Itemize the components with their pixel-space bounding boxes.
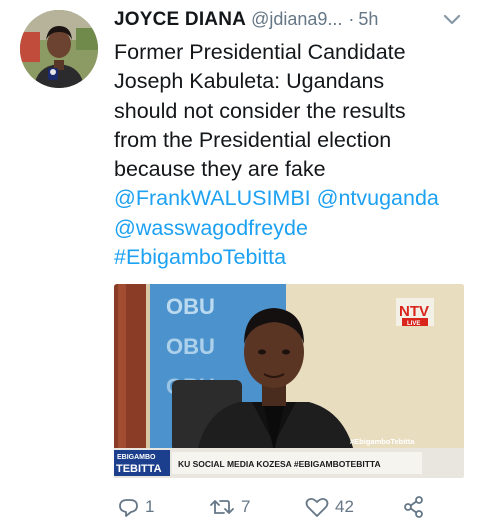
backdrop-text: OBU [166, 334, 215, 359]
hashtag-line: #EbigamboTebitta [114, 243, 468, 272]
mention-line: @wasswagodfreyde [114, 214, 468, 243]
text-line: from the Presidential election [114, 127, 392, 152]
chevron-down-icon[interactable] [442, 13, 462, 27]
retweet-icon [210, 500, 234, 514]
tweet: JOYCE DIANA @jdiana9... · 5h Former Preside… [0, 0, 480, 524]
retweet-button[interactable]: 7 [208, 494, 250, 520]
like-count: 42 [335, 497, 354, 516]
avatar[interactable] [20, 10, 98, 88]
mention-link[interactable]: @FrankWALUSIMBI [114, 186, 311, 210]
ticker-label-bottom: TEBITTA [116, 463, 162, 475]
tweet-actions: 1 7 42 [114, 494, 454, 524]
like-button[interactable]: 42 [304, 494, 354, 520]
text-line: Joseph Kabuleta: Ugandans [114, 69, 385, 94]
author-handle[interactable]: @jdiana9... [251, 9, 342, 29]
backdrop-text: OBU [166, 294, 215, 319]
mention-link[interactable]: @ntvuganda [317, 186, 439, 210]
mention-line: @FrankWALUSIMBI @ntvuganda [114, 184, 468, 213]
text-line: should not consider the results [114, 98, 406, 123]
media-image: OBU OBU OBU NTV LIVE #EbigamboTebitta [114, 284, 464, 478]
tweet-media[interactable]: OBU OBU OBU NTV LIVE #EbigamboTebitta [114, 284, 464, 478]
author-name[interactable]: JOYCE DIANA [114, 9, 246, 30]
mention-link[interactable]: @wasswagodfreyde [114, 216, 308, 240]
hashtag-link[interactable]: #EbigamboTebitta [114, 245, 286, 269]
share-button[interactable] [402, 494, 426, 520]
separator-dot: · [348, 9, 355, 29]
ntv-logo: NTV [399, 303, 429, 320]
tweet-header: JOYCE DIANA @jdiana9... · 5h [114, 9, 464, 35]
like-icon [305, 497, 329, 517]
tweet-text: Former Presidential Candidate Joseph Kab… [114, 38, 468, 272]
retweet-count: 7 [241, 497, 251, 516]
reply-count: 1 [145, 497, 155, 516]
reply-button[interactable]: 1 [116, 494, 154, 520]
reply-icon [119, 499, 138, 517]
text-line: because they are fake [114, 157, 326, 182]
live-badge: LIVE [407, 321, 420, 327]
ticker-label-top: EBIGAMBO [117, 454, 156, 461]
ticker-text: KU SOCIAL MEDIA KOZESA #EBIGAMBOTEBITTA [178, 459, 381, 469]
share-icon [404, 496, 423, 518]
tweet-time[interactable]: 5h [358, 9, 378, 29]
text-line: Former Presidential Candidate [114, 40, 406, 64]
avatar-photo [20, 10, 98, 88]
screen-hashtag: #EbigamboTebitta [350, 437, 415, 446]
